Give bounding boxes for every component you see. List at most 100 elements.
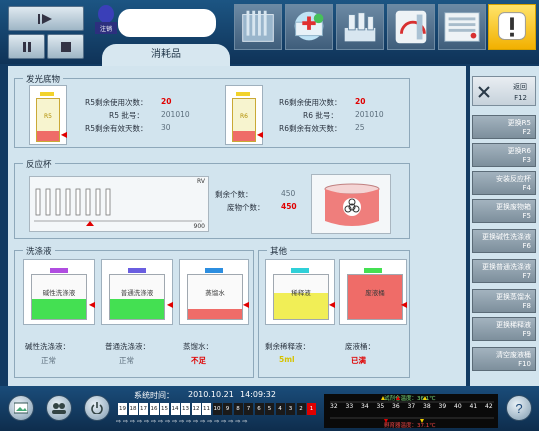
play-button[interactable] [8, 6, 84, 31]
medical-reagent-icon [294, 11, 324, 41]
nav-consumables-button[interactable] [336, 4, 384, 50]
r5-lot-label: R5 批号： [109, 111, 144, 120]
close-icon [478, 86, 490, 98]
alkaline-status: 正常 [41, 356, 56, 365]
position-cell: 1 [307, 403, 316, 415]
return-key: F12 [514, 94, 527, 102]
position-cell: 12 [191, 403, 201, 415]
level-arrow-icon: ◀ [256, 130, 263, 139]
replace-alkaline-wash-button[interactable]: 更换碱性洗涤液 F6 [472, 229, 536, 253]
scale-bottom-label: 孵育器温度：37.1℃ [384, 423, 436, 429]
return-button[interactable]: 返回 F12 [472, 76, 536, 106]
r6-lot-label: R6 批号： [303, 111, 338, 120]
return-label: 返回 [513, 83, 527, 91]
wash-group-title: 洗涤液 [23, 245, 55, 257]
power-icon [91, 402, 103, 414]
r6-uses-value: 20 [355, 97, 366, 106]
position-cell: 6 [254, 403, 264, 415]
replace-normal-wash-button[interactable]: 更换普通洗涤液 F7 [472, 259, 536, 283]
pause-button[interactable] [8, 34, 45, 59]
biohazard-bin-icon [324, 183, 380, 226]
function-button-column: 返回 F12 更换R5 F2 更换R6 F3 安装反应杯 F4 更换废物箱 F5 更换碱… [470, 66, 539, 386]
position-arrows: ⇨⇨⇨⇨⇨⇨⇨⇨⇨⇨⇨⇨⇨⇨⇨⇨⇨⇨⇨ [116, 418, 250, 425]
level-arrow-icon: ◀ [328, 300, 335, 309]
position-cell: 14 [170, 403, 180, 415]
header-bar: 注销 消耗品 [0, 0, 539, 66]
position-cell: 8 [233, 403, 243, 415]
svg-text:注销: 注销 [100, 25, 112, 33]
svg-text:?: ? [515, 401, 522, 415]
sample-rack-icon [242, 10, 274, 42]
waste-bin [311, 174, 391, 234]
r6-days-label: R6剩余有效天数： [279, 124, 342, 133]
replace-diluent-button[interactable]: 更换稀释液 F9 [472, 317, 536, 341]
empty-waste-tank-button[interactable]: 清空废液桶 F10 [472, 347, 536, 371]
replace-r5-button[interactable]: 更换R5 F2 [472, 115, 536, 139]
position-cell: 5 [265, 403, 274, 415]
position-cell: 13 [181, 403, 190, 415]
replace-r6-button[interactable]: 更换R6 F3 [472, 143, 536, 167]
image-icon [14, 402, 28, 414]
help-button[interactable]: ? [506, 395, 532, 421]
position-cell: 3 [286, 403, 295, 415]
r5-uses-label: R5剩余使用次数： [85, 98, 148, 107]
level-arrow-icon: ◀ [88, 300, 95, 309]
cuvette-tubes-icon [34, 188, 202, 226]
position-cell: 2 [296, 403, 306, 415]
main-panel: 发光底物 R5 ◀ R5剩余使用次数： 20 R5 批号： 201010 R5剩… [8, 66, 466, 386]
r6-days-value: 25 [355, 123, 365, 132]
help-icon: ? [515, 401, 522, 415]
position-cell: 19 [118, 403, 127, 415]
pause-icon [22, 41, 31, 52]
position-cell: 18 [128, 403, 138, 415]
position-cell: 17 [139, 403, 148, 415]
analyzer-icon [395, 10, 427, 44]
replace-water-button[interactable]: 更换蒸馏水 F8 [472, 289, 536, 313]
position-cell: 11 [202, 403, 211, 415]
waste-status: 已满 [351, 356, 366, 365]
water-tank-label: 蒸馏水 [205, 289, 225, 297]
alert-icon [498, 12, 526, 40]
cuvette-remaining-label: 剩余个数： [215, 190, 253, 199]
r5-bottle-label: R5 [44, 113, 52, 120]
r6-uses-label: R6剩余使用次数： [279, 98, 342, 107]
waste-label: 废液桶： [345, 342, 375, 351]
normal-wash-tank: 普通洗涤液 ◀ [101, 259, 173, 325]
alarm-siren-icon[interactable]: 注销 [92, 4, 120, 38]
install-cuvette-button[interactable]: 安装反应杯 F4 [472, 171, 536, 195]
position-cell: 9 [223, 403, 232, 415]
replace-waste-box-button[interactable]: 更换废物箱 F5 [472, 199, 536, 223]
water-tank: 蒸馏水 ◀ [179, 259, 249, 325]
temperature-scale: 试剂仓温度：36.1℃ 32 33 34 35 36 37 38 39 40 41 42 孵育器温度… [324, 394, 498, 429]
level-arrow-icon: ◀ [400, 300, 407, 309]
alkaline-tank-label: 碱性洗涤液 [42, 289, 76, 297]
nav-rack-button[interactable] [234, 4, 282, 50]
users-button[interactable] [46, 395, 72, 421]
cuvette-remaining-value: 450 [281, 189, 296, 198]
normal-tank-label: 普通洗涤液 [120, 289, 154, 297]
alkaline-label: 碱性洗涤液： [25, 342, 70, 351]
r5-days-label: R5剩余有效天数： [85, 124, 148, 133]
waste-tank-label: 废液桶 [365, 289, 385, 297]
level-arrow-icon: ◀ [60, 130, 67, 139]
other-group-title: 其他 [267, 245, 291, 257]
r5-uses-value: 20 [161, 97, 172, 106]
power-button[interactable] [84, 395, 110, 421]
nav-analyzer-button[interactable] [387, 4, 435, 50]
user-name-field [118, 9, 216, 37]
wash-group: 洗涤液 碱性洗涤液 ◀ 碱性洗涤液： 正常 普通洗涤液 ◀ 普通洗涤液： 正常 … [14, 245, 254, 378]
consumables-icon [344, 12, 376, 42]
stop-button[interactable] [47, 34, 84, 59]
nav-results-button[interactable] [438, 4, 486, 50]
users-icon [52, 403, 66, 414]
alkaline-wash-tank: 碱性洗涤液 ◀ [23, 259, 95, 325]
normal-status: 正常 [119, 356, 134, 365]
position-cell: 4 [275, 403, 285, 415]
r6-bottle-label: R6 [240, 113, 248, 120]
nav-reagent-button[interactable] [285, 4, 333, 50]
nav-alert-button[interactable] [488, 4, 536, 50]
substrate-group-title: 发光底物 [23, 73, 64, 85]
position-cell: 16 [149, 403, 159, 415]
image-button[interactable] [8, 395, 34, 421]
diluent-value: 5ml [279, 355, 295, 364]
